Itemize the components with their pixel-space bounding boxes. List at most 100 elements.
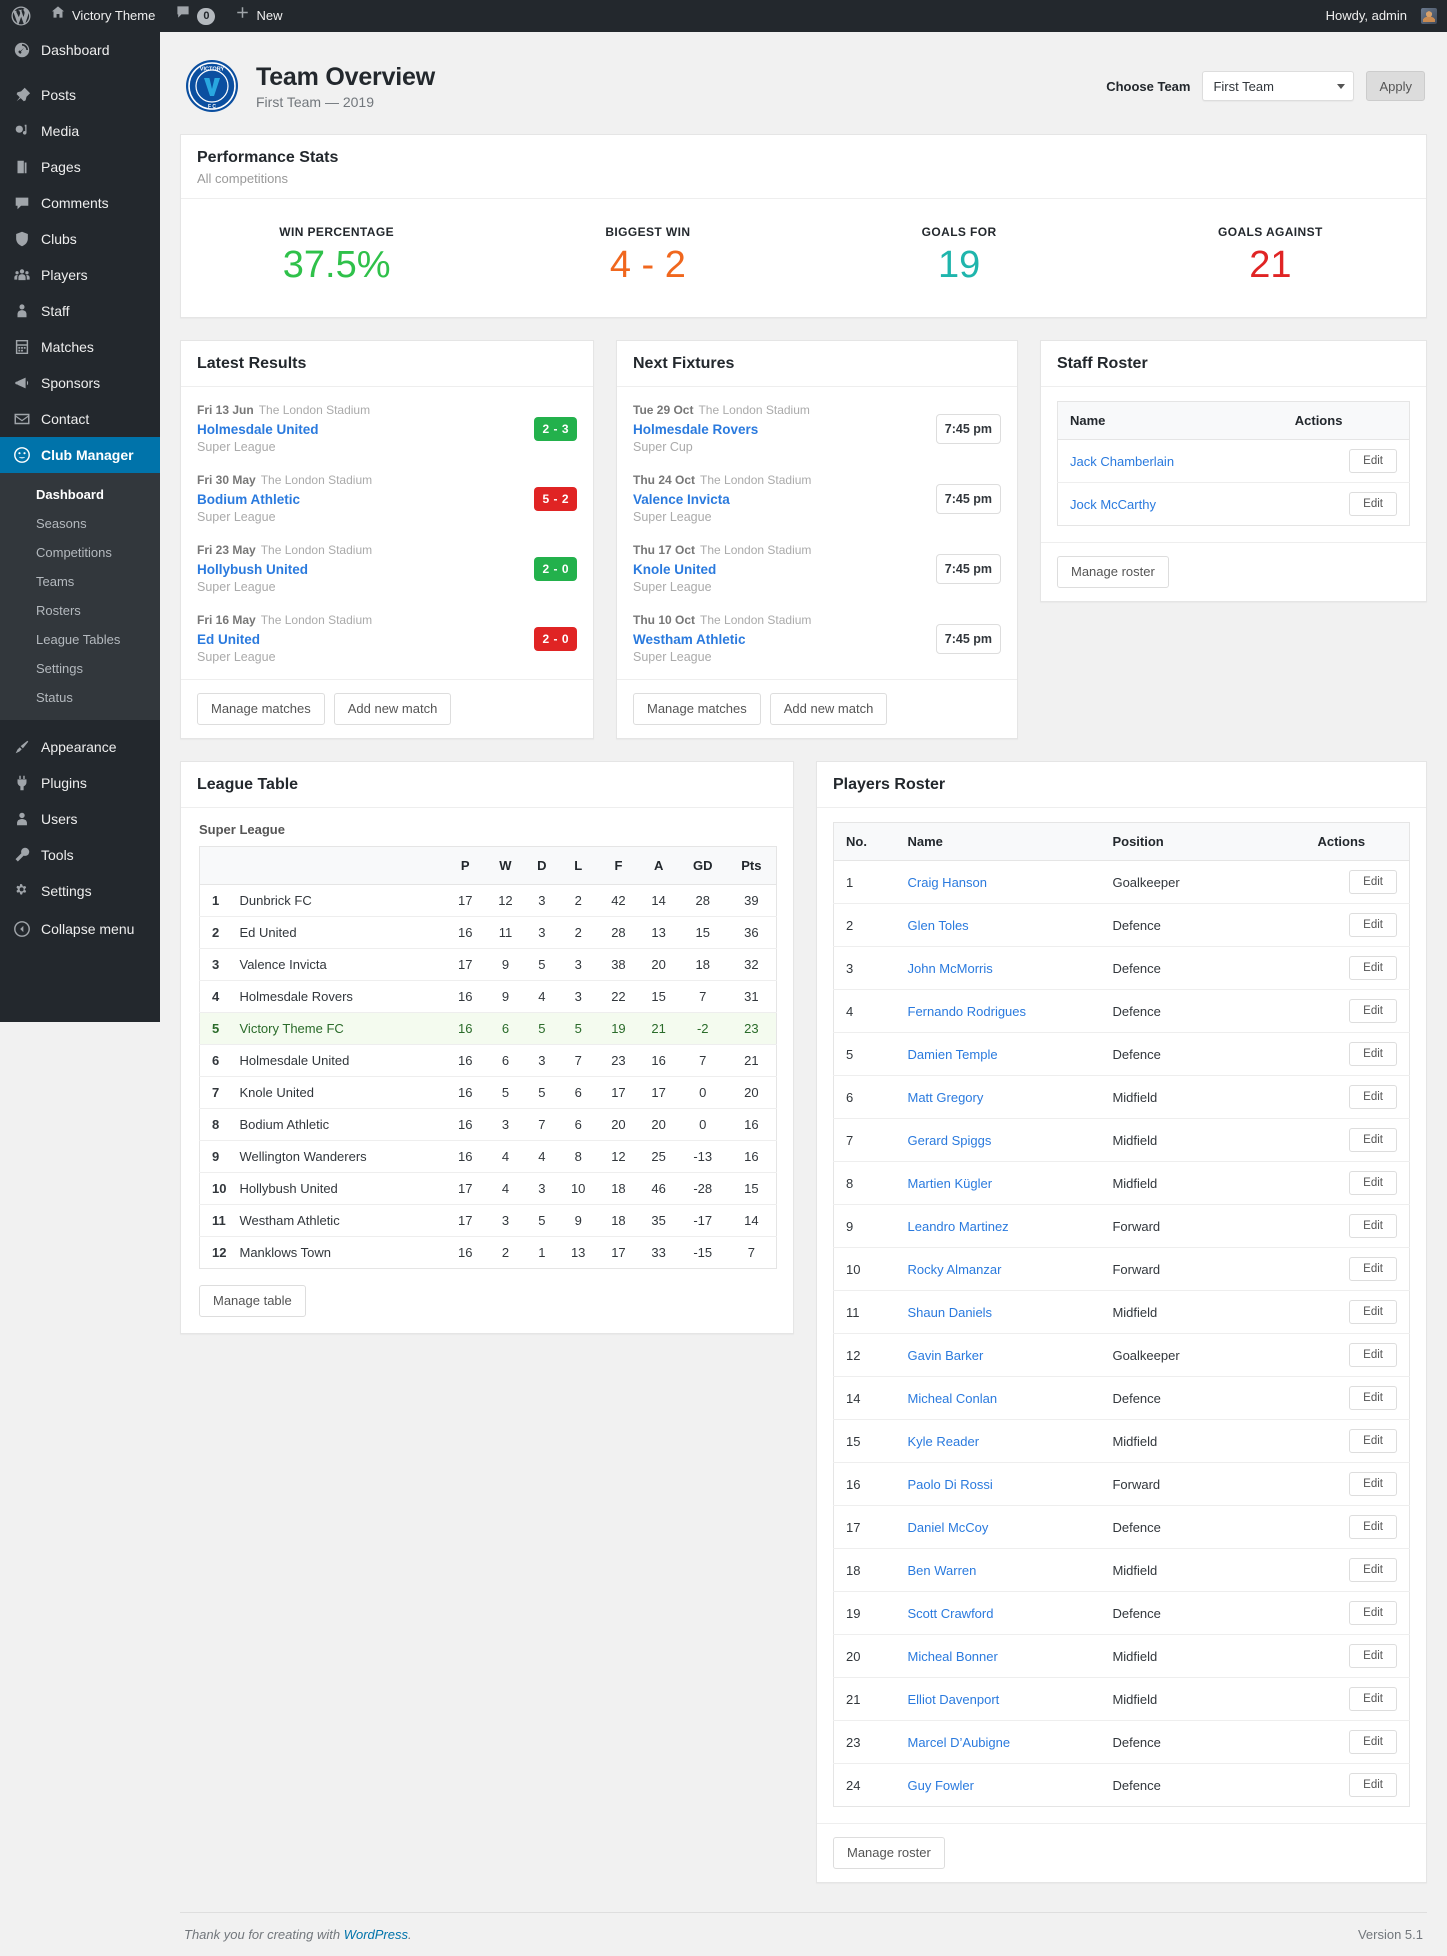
- staff-name-link[interactable]: Jock McCarthy: [1070, 497, 1156, 512]
- edit-button[interactable]: Edit: [1349, 999, 1397, 1023]
- player-name-link[interactable]: Gerard Spiggs: [908, 1133, 992, 1148]
- player-name-link[interactable]: Scott Crawford: [908, 1606, 994, 1621]
- add-new-match-button[interactable]: Add new match: [769, 693, 888, 725]
- player-name-link[interactable]: Rocky Almanzar: [908, 1262, 1002, 1277]
- match-opponent-link[interactable]: Bodium Athletic: [197, 490, 534, 509]
- site-name-button[interactable]: Victory Theme: [40, 0, 165, 32]
- match-opponent-link[interactable]: Hollybush United: [197, 560, 534, 579]
- submenu-item-seasons[interactable]: Seasons: [0, 509, 160, 538]
- sidebar-item-matches[interactable]: Matches: [0, 329, 160, 365]
- manage-matches-button[interactable]: Manage matches: [197, 693, 325, 725]
- edit-button[interactable]: Edit: [1349, 1257, 1397, 1281]
- sidebar-item-dashboard[interactable]: Dashboard: [0, 32, 160, 68]
- player-name-link[interactable]: Fernando Rodrigues: [908, 1004, 1027, 1019]
- player-name-link[interactable]: John McMorris: [908, 961, 993, 976]
- edit-button[interactable]: Edit: [1349, 1214, 1397, 1238]
- player-actions-cell: Edit: [1305, 1247, 1410, 1291]
- sidebar-item-pages[interactable]: Pages: [0, 149, 160, 185]
- edit-button[interactable]: Edit: [1349, 1300, 1397, 1324]
- sidebar-item-clubs[interactable]: Clubs: [0, 221, 160, 257]
- sidebar-item-club-manager[interactable]: Club Manager: [0, 437, 168, 473]
- match-opponent-link[interactable]: Holmesdale United: [197, 420, 534, 439]
- edit-button[interactable]: Edit: [1349, 1687, 1397, 1711]
- edit-button[interactable]: Edit: [1349, 1429, 1397, 1453]
- submenu-item-rosters[interactable]: Rosters: [0, 596, 160, 625]
- player-name-link[interactable]: Ben Warren: [908, 1563, 977, 1578]
- submenu-item-competitions[interactable]: Competitions: [0, 538, 160, 567]
- collapse-menu-button[interactable]: Collapse menu: [0, 911, 160, 947]
- manage-roster-button[interactable]: Manage roster: [833, 1837, 945, 1869]
- player-name-link[interactable]: Craig Hanson: [908, 875, 988, 890]
- match-opponent-link[interactable]: Westham Athletic: [633, 630, 936, 649]
- sidebar-item-comments[interactable]: Comments: [0, 185, 160, 221]
- league-lost-cell: 5: [558, 1012, 599, 1045]
- sidebar-item-sponsors[interactable]: Sponsors: [0, 365, 160, 401]
- player-name-link[interactable]: Elliot Davenport: [908, 1692, 1000, 1707]
- team-select[interactable]: First Team: [1202, 71, 1355, 101]
- submenu-item-league-tables[interactable]: League Tables: [0, 625, 160, 654]
- sidebar-item-players[interactable]: Players: [0, 257, 160, 293]
- staff-name-link[interactable]: Jack Chamberlain: [1070, 454, 1174, 469]
- edit-button[interactable]: Edit: [1349, 956, 1397, 980]
- manage-roster-button[interactable]: Manage roster: [1057, 556, 1169, 588]
- player-name-link[interactable]: Leandro Martinez: [908, 1219, 1009, 1234]
- edit-button[interactable]: Edit: [1349, 1472, 1397, 1496]
- wordpress-logo-button[interactable]: [0, 0, 40, 32]
- sidebar-item-appearance[interactable]: Appearance: [0, 729, 160, 765]
- wordpress-link[interactable]: WordPress: [344, 1927, 408, 1942]
- submenu-item-teams[interactable]: Teams: [0, 567, 160, 596]
- edit-button[interactable]: Edit: [1349, 1128, 1397, 1152]
- sidebar-item-media[interactable]: Media: [0, 113, 160, 149]
- submenu-item-dashboard[interactable]: Dashboard: [0, 480, 160, 509]
- edit-button[interactable]: Edit: [1349, 1085, 1397, 1109]
- edit-button[interactable]: Edit: [1349, 1386, 1397, 1410]
- account-menu[interactable]: Howdy, admin: [1316, 0, 1447, 32]
- sidebar-item-staff[interactable]: Staff: [0, 293, 160, 329]
- manage-matches-button[interactable]: Manage matches: [633, 693, 761, 725]
- match-opponent-link[interactable]: Holmesdale Rovers: [633, 420, 936, 439]
- player-name-link[interactable]: Daniel McCoy: [908, 1520, 989, 1535]
- player-name-link[interactable]: Matt Gregory: [908, 1090, 984, 1105]
- edit-button[interactable]: Edit: [1349, 492, 1397, 516]
- apply-button[interactable]: Apply: [1366, 71, 1425, 101]
- sidebar-item-users[interactable]: Users: [0, 801, 160, 837]
- edit-button[interactable]: Edit: [1349, 870, 1397, 894]
- submenu-item-status[interactable]: Status: [0, 683, 160, 712]
- player-name-link[interactable]: Micheal Conlan: [908, 1391, 998, 1406]
- edit-button[interactable]: Edit: [1349, 1343, 1397, 1367]
- sidebar-item-plugins[interactable]: Plugins: [0, 765, 160, 801]
- player-name-link[interactable]: Paolo Di Rossi: [908, 1477, 993, 1492]
- submenu-item-settings[interactable]: Settings: [0, 654, 160, 683]
- new-content-button[interactable]: New: [225, 0, 292, 32]
- sidebar-item-contact[interactable]: Contact: [0, 401, 160, 437]
- edit-button[interactable]: Edit: [1349, 1601, 1397, 1625]
- player-name-link[interactable]: Gavin Barker: [908, 1348, 984, 1363]
- player-name-link[interactable]: Damien Temple: [908, 1047, 998, 1062]
- edit-button[interactable]: Edit: [1349, 1558, 1397, 1582]
- edit-button[interactable]: Edit: [1349, 1515, 1397, 1539]
- sidebar-item-posts[interactable]: Posts: [0, 77, 160, 113]
- sidebar-item-tools[interactable]: Tools: [0, 837, 160, 873]
- player-name-link[interactable]: Micheal Bonner: [908, 1649, 998, 1664]
- sidebar-item-settings[interactable]: Settings: [0, 873, 160, 909]
- match-opponent-link[interactable]: Valence Invicta: [633, 490, 936, 509]
- match-opponent-link[interactable]: Ed United: [197, 630, 534, 649]
- edit-button[interactable]: Edit: [1349, 1171, 1397, 1195]
- edit-button[interactable]: Edit: [1349, 913, 1397, 937]
- player-name-link[interactable]: Glen Toles: [908, 918, 969, 933]
- edit-button[interactable]: Edit: [1349, 1730, 1397, 1754]
- edit-button[interactable]: Edit: [1349, 1042, 1397, 1066]
- player-name-link[interactable]: Kyle Reader: [908, 1434, 980, 1449]
- manage-table-button[interactable]: Manage table: [199, 1285, 306, 1317]
- edit-button[interactable]: Edit: [1349, 449, 1397, 473]
- edit-button[interactable]: Edit: [1349, 1773, 1397, 1797]
- match-opponent-link[interactable]: Knole United: [633, 560, 936, 579]
- player-name-link[interactable]: Marcel D’Aubigne: [908, 1735, 1011, 1750]
- player-name-link[interactable]: Martien Kügler: [908, 1176, 993, 1191]
- edit-button[interactable]: Edit: [1349, 1644, 1397, 1668]
- match-result-row: Fri 23 May The London Stadium Hollybush Un…: [197, 535, 577, 605]
- comments-button[interactable]: 0: [165, 0, 225, 32]
- player-name-link[interactable]: Shaun Daniels: [908, 1305, 993, 1320]
- player-name-link[interactable]: Guy Fowler: [908, 1778, 974, 1793]
- add-new-match-button[interactable]: Add new match: [333, 693, 452, 725]
